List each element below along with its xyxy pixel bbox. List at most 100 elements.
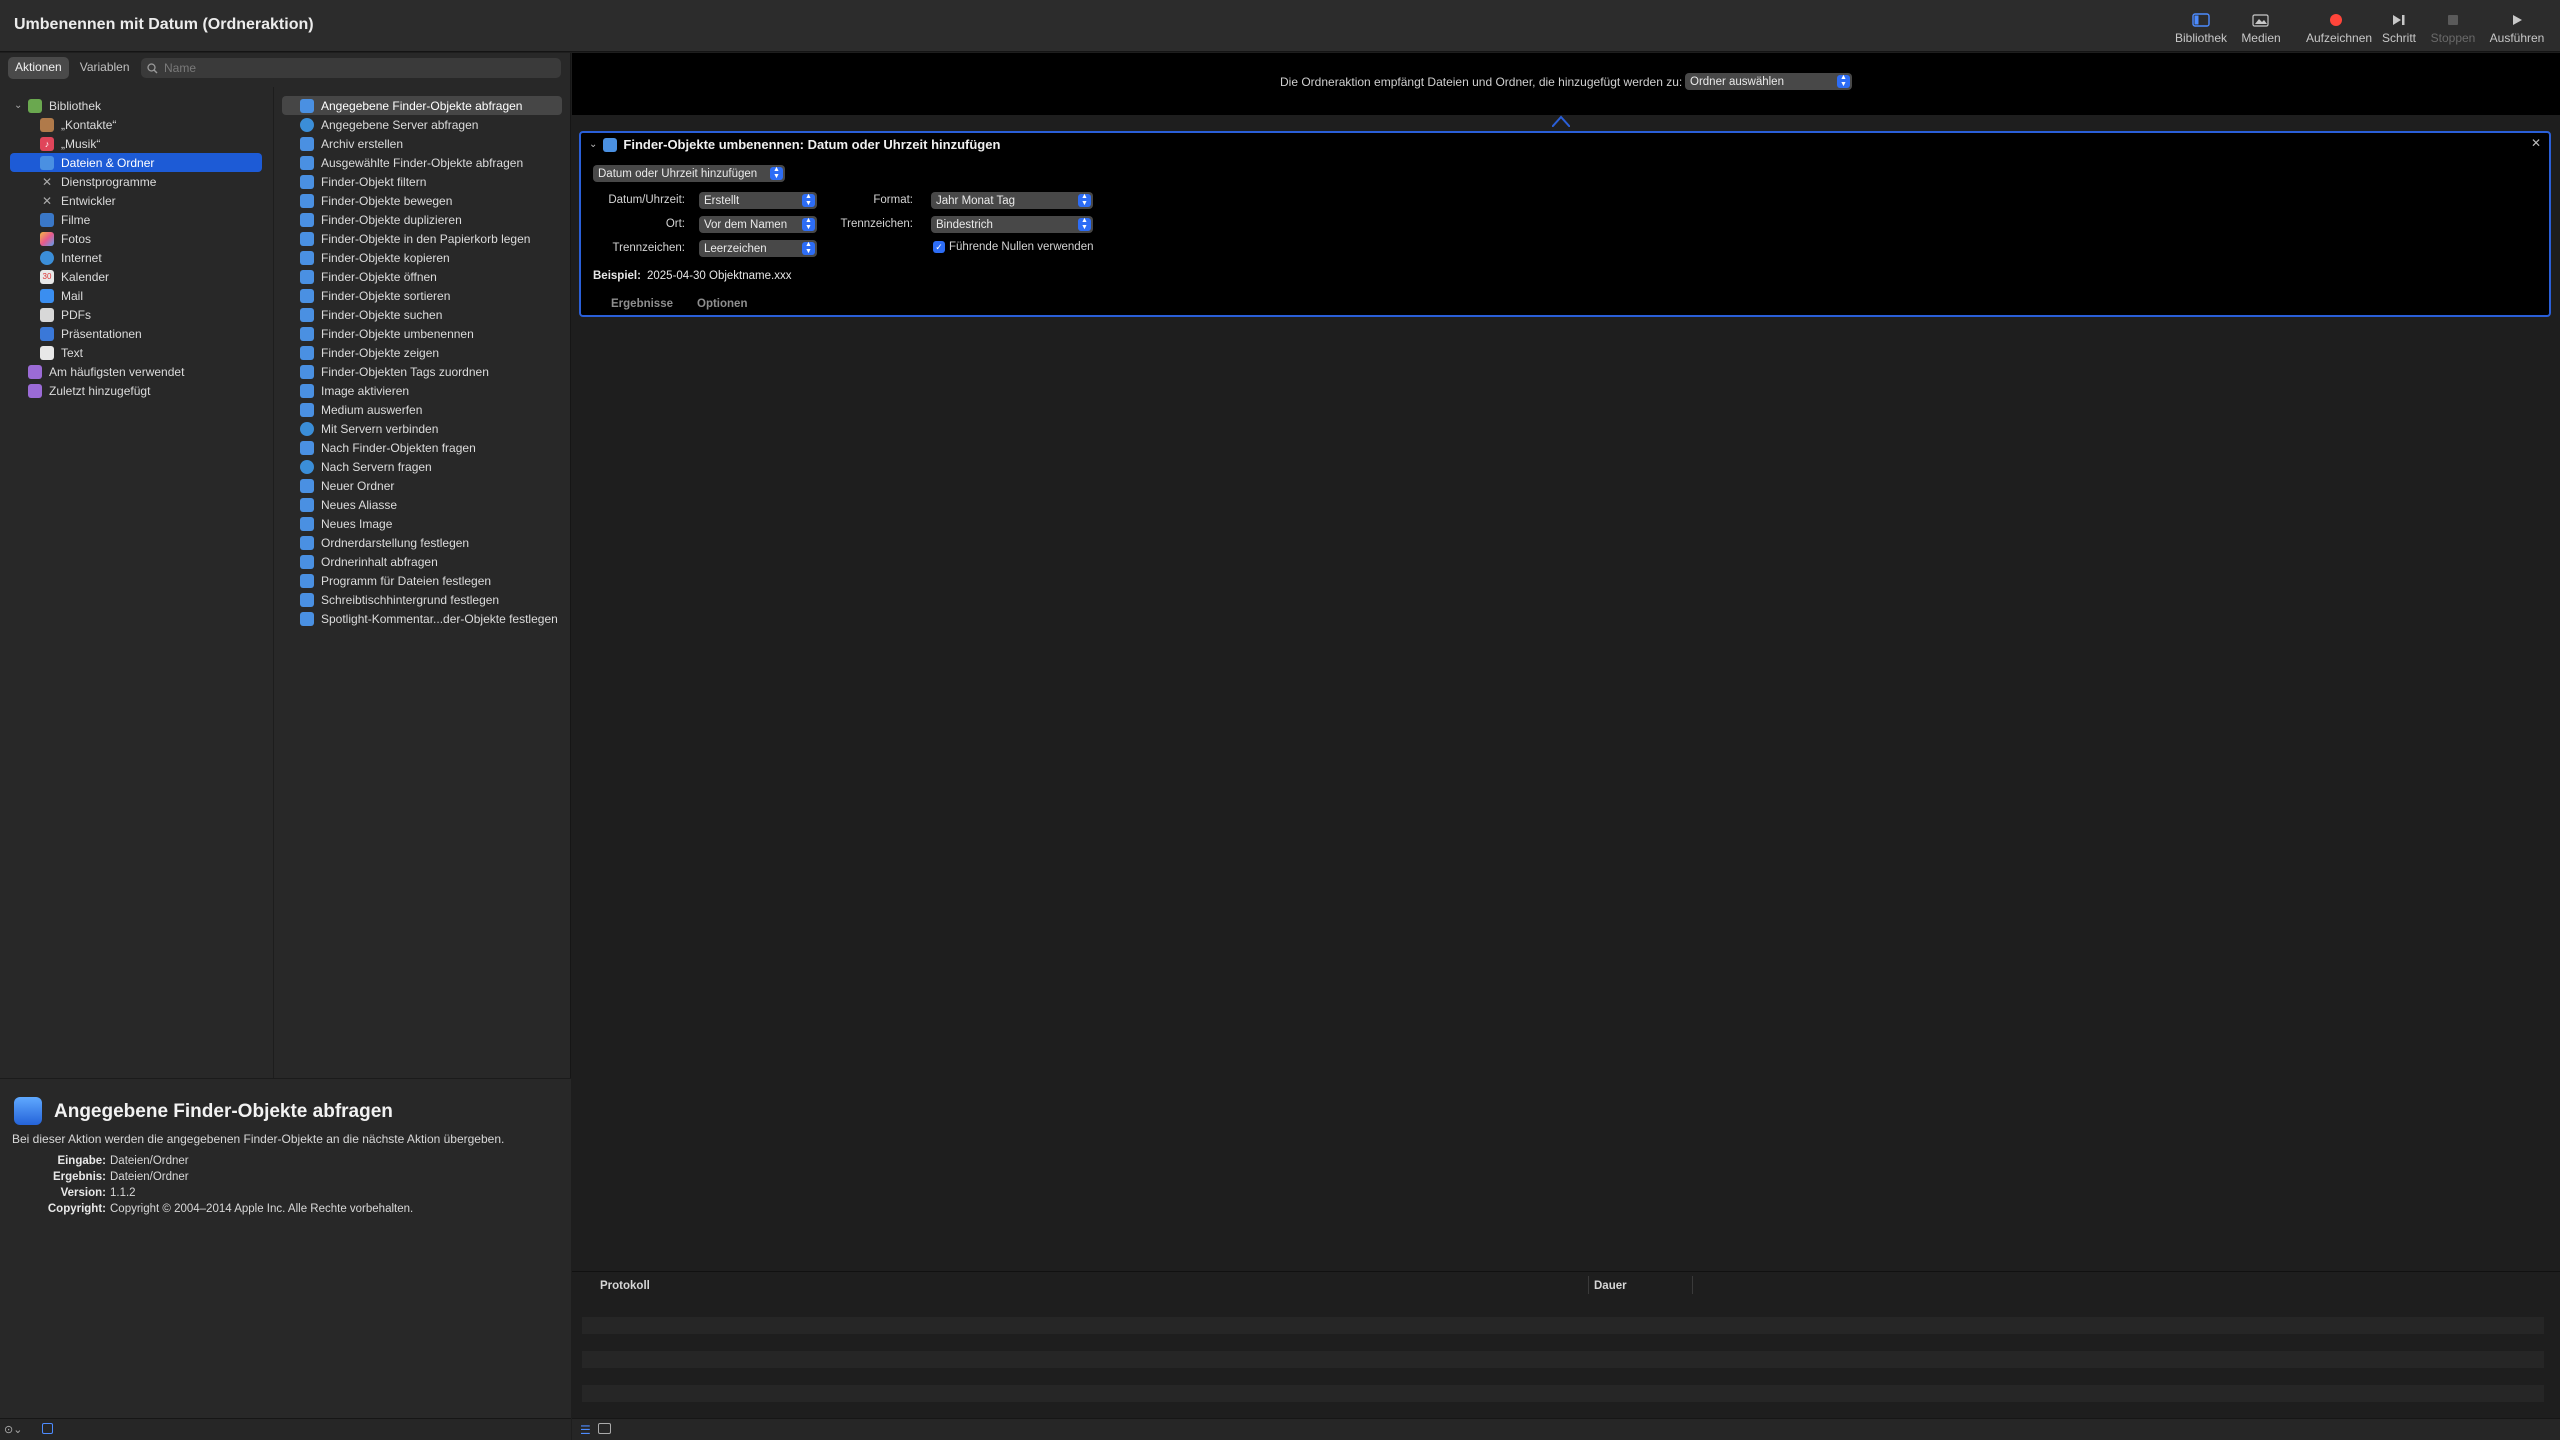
log-column-header[interactable]: Protokoll [600,1280,650,1292]
separator-select[interactable]: Leerzeichen ▲ ▼ [699,240,817,257]
step-button[interactable]: Schritt [2369,10,2429,50]
category-internet[interactable]: Internet [40,248,262,267]
action-item[interactable]: Nach Finder-Objekten fragen [282,438,562,457]
record-button[interactable]: Aufzeichnen [2306,10,2372,50]
format-select[interactable]: Jahr Monat Tag ▲ ▼ [931,192,1093,209]
pdf-icon [40,307,54,322]
action-item[interactable]: Neuer Ordner [282,476,562,495]
search-input[interactable] [164,61,554,75]
leading-zeros-checkbox[interactable]: ✓ [933,241,945,253]
log-panel: Protokoll Dauer [572,1271,2560,1418]
category-list: ⌄ Bibliothek „Kontakte“ ♪ „Musik“ Dateie… [0,87,272,1107]
category-photos[interactable]: Fotos [40,229,262,248]
action-item[interactable]: Finder-Objekten Tags zuordnen [282,362,562,381]
finder-icon [300,383,314,398]
category-label: Zuletzt hinzugefügt [49,383,151,398]
action-item[interactable]: Finder-Objekte öffnen [282,267,562,286]
action-item[interactable]: Finder-Objekte suchen [282,305,562,324]
where-select[interactable]: Vor dem Namen ▲ ▼ [699,216,817,233]
action-item[interactable]: Finder-Objekte sortieren [282,286,562,305]
search-icon [147,62,158,73]
calendar-icon: 30 [40,269,54,284]
list-view-icon[interactable]: ☰ [580,1423,591,1437]
finder-icon [40,155,54,170]
category-pdfs[interactable]: PDFs [40,305,262,324]
action-item[interactable]: Angegebene Server abfragen [282,115,562,134]
category-contacts[interactable]: „Kontakte“ [40,115,262,134]
action-menu-icon[interactable]: ⊙⌄ [4,1423,22,1436]
action-item[interactable]: Finder-Objekte duplizieren [282,210,562,229]
action-list: Angegebene Finder-Objekte abfragen Angeg… [273,87,571,1107]
action-item[interactable]: Finder-Objekte umbenennen [282,324,562,343]
finder-icon [300,155,314,170]
action-item[interactable]: Image aktivieren [282,381,562,400]
action-item[interactable]: Archiv erstellen [282,134,562,153]
sidebar-icon [2171,10,2231,30]
category-library[interactable]: ⌄ Bibliothek [14,96,264,115]
action-item[interactable]: Angegebene Finder-Objekte abfragen [282,96,562,115]
category-mail[interactable]: Mail [40,286,262,305]
action-item[interactable]: Ordnerinhalt abfragen [282,552,562,571]
action-item[interactable]: Neues Aliasse [282,495,562,514]
log-row [582,1317,2544,1334]
tab-results[interactable]: Ergebnisse [611,298,673,310]
action-label: Finder-Objekte duplizieren [321,212,462,227]
tab-actions[interactable]: Aktionen [8,57,69,79]
category-most-used[interactable]: Am häufigsten verwendet [28,362,262,381]
action-item[interactable]: Finder-Objekte kopieren [282,248,562,267]
category-text[interactable]: Text [40,343,262,362]
category-label: Mail [61,288,84,303]
search-field[interactable] [141,58,561,78]
action-item[interactable]: Spotlight-Kommentar...der-Objekte festle… [282,609,562,628]
category-utilities[interactable]: ✕ Dienstprogramme [40,172,262,191]
action-item[interactable]: Finder-Objekt filtern [282,172,562,191]
separator2-select[interactable]: Bindestrich ▲ ▼ [931,216,1093,233]
folder-select-value: Ordner auswählen [1690,75,1784,88]
updown-icon: ▲ ▼ [802,241,815,255]
action-item[interactable]: Finder-Objekte zeigen [282,343,562,362]
action-label: Finder-Objekten Tags zuordnen [321,364,489,379]
category-developer[interactable]: ✕ Entwickler [40,191,262,210]
action-item[interactable]: Ordnerdarstellung festlegen [282,533,562,552]
finder-icon [300,478,314,493]
description-toggle-icon[interactable] [42,1423,53,1434]
action-item[interactable]: Schreibtischhintergrund festlegen [282,590,562,609]
play-icon [2487,10,2547,30]
media-icon [2231,10,2291,30]
run-button[interactable]: Ausführen [2487,10,2547,50]
finder-icon [300,535,314,550]
action-item[interactable]: Finder-Objekte in den Papierkorb legen [282,229,562,248]
folder-icon [28,383,42,398]
close-icon[interactable]: ✕ [2531,136,2541,150]
action-item[interactable]: Ausgewählte Finder-Objekte abfragen [282,153,562,172]
disclosure-open-icon[interactable]: ⌄ [14,100,24,111]
action-item[interactable]: Programm für Dateien festlegen [282,571,562,590]
split-view-icon[interactable] [598,1423,611,1434]
tab-variables[interactable]: Variablen [73,57,137,79]
category-movies[interactable]: Filme [40,210,262,229]
folder-select[interactable]: Ordner auswählen ▲ ▼ [1685,73,1852,90]
action-item[interactable]: Finder-Objekte bewegen [282,191,562,210]
media-label: Medien [2241,31,2281,45]
category-presentations[interactable]: Präsentationen [40,324,262,343]
tab-options[interactable]: Optionen [697,298,747,310]
category-label: Internet [61,250,102,265]
stop-button[interactable]: Stoppen [2423,10,2483,50]
category-recently-added[interactable]: Zuletzt hinzugefügt [28,381,262,400]
action-item[interactable]: Nach Servern fragen [282,457,562,476]
action-item[interactable]: Medium auswerfen [282,400,562,419]
duration-column-header[interactable]: Dauer [1594,1280,1627,1292]
date-select[interactable]: Erstellt ▲ ▼ [699,192,817,209]
rename-action-card[interactable]: ⌄ Finder-Objekte umbenennen: Datum oder … [579,131,2551,317]
category-music[interactable]: ♪ „Musik“ [40,134,262,153]
action-item[interactable]: Mit Servern verbinden [282,419,562,438]
category-calendar[interactable]: 30 Kalender [40,267,262,286]
category-files-folders[interactable]: Dateien & Ordner [10,153,262,172]
action-item[interactable]: Neues Image [282,514,562,533]
media-button[interactable]: Medien [2231,10,2291,50]
left-bottom-bar: ⊙⌄ [0,1418,571,1440]
mode-select[interactable]: Datum oder Uhrzeit hinzufügen ▲ ▼ [593,165,785,182]
separator-label: Trennzeichen: [612,242,685,254]
library-button[interactable]: Bibliothek [2171,10,2231,50]
collapse-icon[interactable]: ⌄ [589,139,597,150]
